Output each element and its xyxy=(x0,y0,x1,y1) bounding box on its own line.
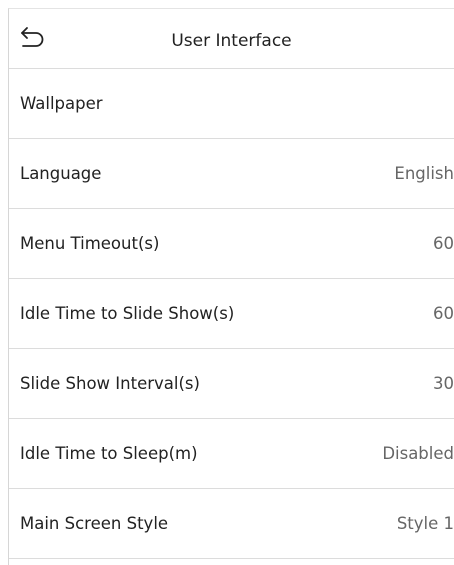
settings-item-idle-time-to-slide-show[interactable]: Idle Time to Slide Show(s) 60 xyxy=(9,279,454,349)
settings-item-menu-timeout[interactable]: Menu Timeout(s) 60 xyxy=(9,209,454,279)
settings-item-slide-show-interval[interactable]: Slide Show Interval(s) 30 xyxy=(9,349,454,419)
settings-item-main-screen-style[interactable]: Main Screen Style Style 1 xyxy=(9,489,454,559)
settings-item-value: Disabled xyxy=(382,444,454,463)
header-bar: User Interface xyxy=(9,9,454,69)
settings-item-label: Wallpaper xyxy=(20,94,103,113)
page-title: User Interface xyxy=(171,31,292,51)
settings-item-value: Style 1 xyxy=(396,514,454,533)
settings-item-label: Idle Time to Sleep(m) xyxy=(20,444,198,463)
settings-item-value: 60 xyxy=(433,304,454,323)
settings-item-label: Main Screen Style xyxy=(20,514,169,533)
settings-item-label: Idle Time to Slide Show(s) xyxy=(20,304,235,323)
settings-screen: User Interface Wallpaper Language Englis… xyxy=(8,8,454,565)
settings-item-idle-time-to-sleep[interactable]: Idle Time to Sleep(m) Disabled xyxy=(9,419,454,489)
settings-item-language[interactable]: Language English xyxy=(9,139,454,209)
settings-item-wallpaper[interactable]: Wallpaper xyxy=(9,69,454,139)
settings-item-label: Language xyxy=(20,164,102,183)
settings-item-label: Menu Timeout(s) xyxy=(20,234,160,253)
settings-item-value: 60 xyxy=(433,234,454,253)
settings-item-value: 30 xyxy=(433,374,454,393)
settings-item-value: English xyxy=(394,164,454,183)
settings-item-label: Slide Show Interval(s) xyxy=(20,374,200,393)
